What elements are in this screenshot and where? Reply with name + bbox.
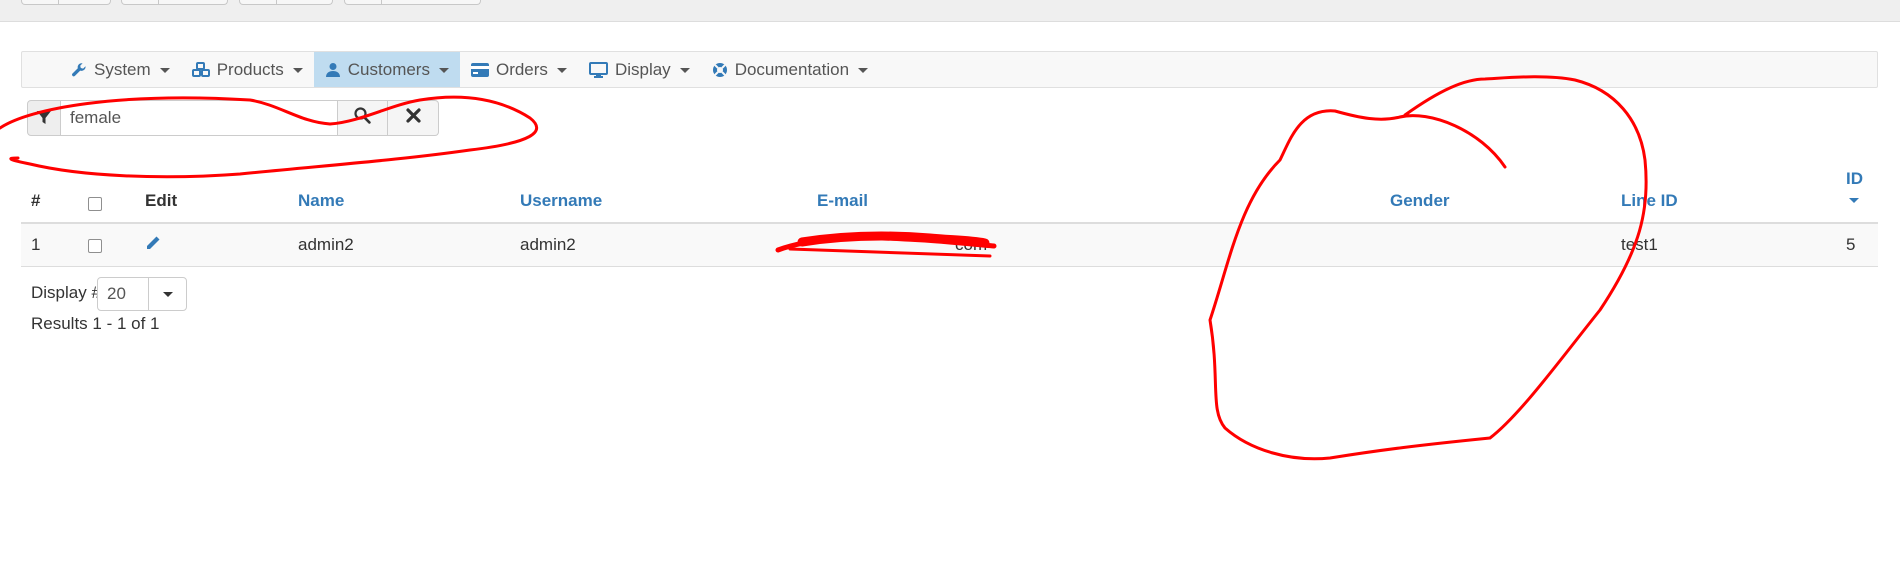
- nav-display[interactable]: Display: [578, 52, 701, 87]
- toolbar-button[interactable]: [344, 0, 481, 5]
- pencil-icon[interactable]: [145, 235, 161, 256]
- chevron-down-icon: [438, 68, 449, 73]
- cubes-icon: [191, 61, 210, 78]
- chevron-down-icon: [292, 68, 303, 73]
- nav-system[interactable]: System: [60, 52, 181, 87]
- close-icon: [405, 108, 421, 128]
- toolbar-button[interactable]: [21, 0, 111, 5]
- column-header-index: #: [31, 191, 41, 210]
- monitor-icon: [588, 61, 608, 78]
- display-count-label: Display #: [31, 283, 101, 302]
- column-header-name[interactable]: Name: [298, 180, 344, 222]
- row-index: 1: [31, 235, 41, 254]
- chevron-down-icon[interactable]: [149, 278, 186, 310]
- nav-orders-label: Orders: [495, 59, 548, 79]
- column-header-id[interactable]: ID: [1846, 158, 1863, 200]
- column-header-username[interactable]: Username: [520, 180, 602, 222]
- column-header-line-id[interactable]: Line ID: [1621, 180, 1678, 222]
- nav-display-label: Display: [614, 59, 671, 79]
- search-button[interactable]: [337, 100, 388, 136]
- nav-products-label: Products: [216, 59, 284, 79]
- nav-customers-label: Customers: [347, 59, 430, 79]
- select-all-checkbox[interactable]: [88, 197, 102, 211]
- toolbar-button[interactable]: [239, 0, 333, 5]
- row-name: admin2: [298, 235, 354, 254]
- column-header-email[interactable]: E-mail: [817, 180, 868, 222]
- row-id: 5: [1846, 235, 1856, 254]
- user-icon: [325, 62, 341, 78]
- row-email: com: [955, 235, 988, 254]
- chevron-down-icon: [679, 68, 690, 73]
- nav-products[interactable]: Products: [181, 52, 314, 87]
- toolbar-button[interactable]: [121, 0, 228, 5]
- nav-customers[interactable]: Customers: [313, 52, 460, 87]
- nav-documentation-label: Documentation: [734, 59, 850, 79]
- clear-search-button[interactable]: [388, 100, 439, 136]
- row-username: admin2: [520, 235, 576, 254]
- display-count-value: 20: [98, 278, 149, 310]
- search-filter-group: [27, 100, 439, 136]
- column-header-gender[interactable]: Gender: [1390, 180, 1450, 222]
- row-checkbox[interactable]: [88, 239, 102, 253]
- red-circle-annotation: [1208, 75, 1648, 461]
- nav-system-label: System: [94, 59, 151, 79]
- search-input[interactable]: [61, 100, 337, 136]
- chevron-down-icon: [159, 68, 170, 73]
- display-count-select[interactable]: 20: [97, 277, 187, 311]
- column-header-edit: Edit: [145, 191, 178, 210]
- table-row: 1 admin2 admin2 com test1 5: [21, 224, 1878, 267]
- nav-orders[interactable]: Orders: [460, 52, 578, 87]
- credit-card-icon: [470, 62, 489, 77]
- chevron-down-icon: [858, 68, 869, 73]
- sort-descending-icon: [1849, 198, 1859, 203]
- chevron-down-icon: [556, 68, 567, 73]
- search-icon: [354, 107, 371, 129]
- wrench-icon: [71, 62, 87, 78]
- lifebuoy-icon: [712, 62, 728, 78]
- filter-icon: [27, 100, 61, 136]
- results-count: Results 1 - 1 of 1: [31, 314, 160, 333]
- nav-documentation[interactable]: Documentation: [701, 52, 879, 87]
- top-toolbar: [0, 0, 1900, 22]
- row-line-id: test1: [1621, 235, 1658, 254]
- main-navbar: System Products Customers Orders Display: [21, 51, 1878, 88]
